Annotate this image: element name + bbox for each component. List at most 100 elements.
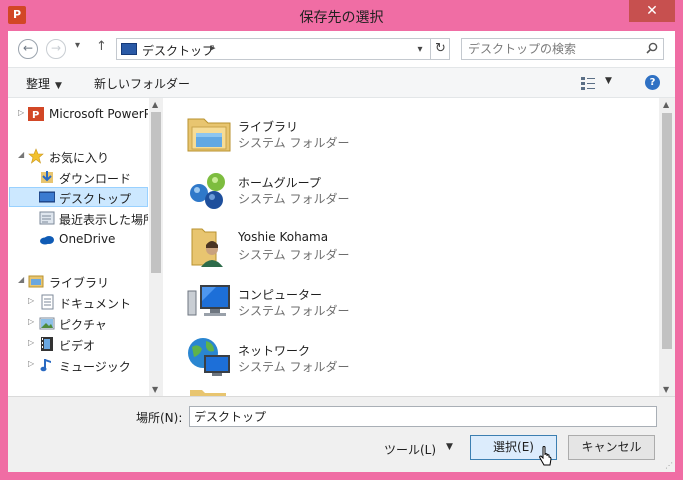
item-description: システム フォルダー bbox=[238, 304, 350, 318]
collapse-arrow-icon[interactable]: ◢ bbox=[18, 150, 24, 159]
resize-grip-icon[interactable]: ⋰ bbox=[665, 461, 673, 470]
file-list-scrollbar[interactable]: ▲ ▼ bbox=[659, 98, 675, 396]
list-item-network[interactable]: ネットワーク システム フォルダー bbox=[186, 332, 386, 384]
new-folder-button[interactable]: 新しいフォルダー bbox=[94, 75, 190, 92]
nav-item-label: OneDrive bbox=[59, 232, 116, 246]
item-description: システム フォルダー bbox=[238, 360, 350, 374]
breadcrumb-chevron-icon[interactable]: ▸ bbox=[210, 41, 216, 54]
dialog-footer: 場所(N): ツール(L) ▼ 選択(E) キャンセル ⋰ bbox=[8, 396, 675, 472]
dialog-window: P 保存先の選択 ✕ ← → ▾ ↑ デスクトップ ▸ ▾ ↻ デスクトップの検… bbox=[0, 0, 683, 480]
nav-item-powerpoint[interactable]: ▷ P Microsoft PowerP bbox=[8, 104, 148, 124]
scroll-up-icon[interactable]: ▲ bbox=[663, 100, 669, 109]
item-description: システム フォルダー bbox=[238, 248, 350, 262]
onedrive-icon bbox=[40, 236, 54, 245]
list-item-computer[interactable]: コンピューター システム フォルダー bbox=[186, 276, 386, 328]
forward-button[interactable]: → bbox=[46, 39, 66, 59]
dialog-client: ← → ▾ ↑ デスクトップ ▸ ▾ ↻ 整理 ▼ 新しいフォルダー bbox=[8, 31, 675, 472]
recent-places-icon bbox=[39, 211, 55, 225]
desktop-icon bbox=[39, 191, 55, 203]
scrollbar-thumb[interactable] bbox=[151, 112, 161, 273]
navigation-scrollbar[interactable]: ▲ ▼ bbox=[149, 98, 163, 396]
svg-text:P: P bbox=[32, 110, 39, 121]
nav-item-recent-places[interactable]: 最近表示した場所 bbox=[8, 208, 148, 228]
nav-item-label: ライブラリ bbox=[49, 276, 110, 290]
list-item-user-folder[interactable]: Yoshie Kohama システム フォルダー bbox=[186, 220, 386, 272]
collapse-arrow-icon[interactable]: ◢ bbox=[18, 275, 24, 284]
nav-item-music[interactable]: ▷ ミュージック bbox=[8, 355, 148, 375]
nav-item-onedrive[interactable]: OneDrive bbox=[8, 229, 148, 249]
nav-item-library[interactable]: ◢ ライブラリ bbox=[8, 271, 148, 291]
star-icon bbox=[28, 148, 44, 164]
navigation-tree: ▷ P Microsoft PowerP ◢ お気に入り ダウンロード デスクト… bbox=[8, 98, 148, 396]
expand-arrow-icon[interactable]: ▷ bbox=[28, 317, 34, 326]
location-label: 場所(N): bbox=[136, 411, 183, 425]
nav-item-pictures[interactable]: ▷ ピクチャ bbox=[8, 313, 148, 333]
item-name: コンピューター bbox=[238, 288, 323, 302]
location-input[interactable] bbox=[189, 406, 657, 427]
back-button[interactable]: ← bbox=[18, 39, 38, 59]
address-path[interactable]: デスクトップ bbox=[142, 42, 214, 59]
videos-icon bbox=[41, 337, 53, 351]
scroll-up-icon[interactable]: ▲ bbox=[152, 100, 158, 109]
nav-item-label: ダウンロード bbox=[59, 172, 132, 186]
organize-label: 整理 bbox=[26, 77, 51, 91]
up-arrow-icon[interactable]: ↑ bbox=[96, 39, 107, 54]
navigation-pane: ▷ P Microsoft PowerP ◢ お気に入り ダウンロード デスクト… bbox=[8, 98, 163, 396]
scrollbar-thumb[interactable] bbox=[662, 113, 672, 349]
nav-item-label: Microsoft PowerP bbox=[49, 107, 148, 121]
item-name: Yoshie Kohama bbox=[238, 230, 329, 244]
mouse-cursor-icon bbox=[539, 446, 552, 466]
nav-item-label: ドキュメント bbox=[59, 297, 132, 311]
tools-menu[interactable]: ツール(L) bbox=[384, 441, 436, 458]
address-bar[interactable]: デスクトップ ▸ ▾ ↻ bbox=[116, 38, 450, 60]
title-bar[interactable]: P 保存先の選択 ✕ bbox=[0, 0, 683, 32]
search-input[interactable] bbox=[468, 41, 638, 57]
item-description: システム フォルダー bbox=[238, 192, 350, 206]
powerpoint-icon: P bbox=[28, 107, 44, 121]
user-folder-icon bbox=[191, 228, 223, 267]
homegroup-icon bbox=[190, 173, 225, 209]
close-button[interactable]: ✕ bbox=[629, 0, 675, 22]
documents-icon bbox=[41, 294, 54, 310]
organize-menu[interactable]: 整理 ▼ bbox=[26, 75, 62, 92]
scroll-down-icon[interactable]: ▼ bbox=[152, 385, 158, 394]
music-icon bbox=[40, 359, 51, 372]
refresh-icon[interactable]: ↻ bbox=[430, 39, 450, 59]
expand-arrow-icon[interactable]: ▷ bbox=[28, 296, 34, 305]
library-icon bbox=[28, 275, 44, 288]
chevron-down-icon: ▼ bbox=[55, 81, 62, 91]
nav-item-label: 最近表示した場所 bbox=[59, 213, 148, 227]
window-title: 保存先の選択 bbox=[299, 10, 384, 26]
search-box[interactable] bbox=[461, 38, 664, 60]
nav-item-label: デスクトップ bbox=[59, 192, 132, 206]
search-icon[interactable] bbox=[646, 42, 658, 54]
item-name: ライブラリ bbox=[238, 120, 299, 134]
nav-item-favorites[interactable]: ◢ お気に入り bbox=[8, 146, 148, 166]
list-item-homegroup[interactable]: ホームグループ システム フォルダー bbox=[186, 164, 386, 216]
view-dropdown-chevron-icon[interactable]: ▼ bbox=[605, 76, 612, 86]
nav-item-label: お気に入り bbox=[49, 151, 110, 165]
address-row: ← → ▾ ↑ デスクトップ ▸ ▾ ↻ bbox=[8, 31, 675, 67]
expand-arrow-icon[interactable]: ▷ bbox=[28, 359, 34, 368]
list-item-library[interactable]: ライブラリ システム フォルダー bbox=[186, 108, 386, 160]
item-name: ホームグループ bbox=[238, 176, 321, 190]
item-name: ネットワーク bbox=[238, 344, 311, 358]
nav-item-desktop[interactable]: デスクトップ bbox=[9, 187, 148, 207]
scroll-down-icon[interactable]: ▼ bbox=[663, 385, 669, 394]
library-folder-icon bbox=[187, 118, 231, 152]
cancel-button[interactable]: キャンセル bbox=[568, 435, 655, 460]
nav-item-downloads[interactable]: ダウンロード bbox=[8, 167, 148, 187]
nav-item-videos[interactable]: ▷ ビデオ bbox=[8, 334, 148, 354]
network-icon bbox=[188, 338, 230, 376]
tools-chevron-down-icon[interactable]: ▼ bbox=[446, 442, 453, 452]
partial-folder-icon bbox=[190, 390, 226, 396]
help-icon[interactable]: ? bbox=[645, 75, 660, 90]
address-dropdown-icon[interactable]: ▾ bbox=[411, 40, 429, 59]
expand-arrow-icon[interactable]: ▷ bbox=[28, 338, 34, 347]
file-list: ライブラリ システム フォルダー ホームグループ システム フォルダー Yosh… bbox=[168, 98, 675, 396]
view-options-icon[interactable] bbox=[581, 76, 595, 90]
item-description: システム フォルダー bbox=[238, 136, 350, 150]
nav-item-documents[interactable]: ▷ ドキュメント bbox=[8, 292, 148, 312]
expand-arrow-icon[interactable]: ▷ bbox=[18, 108, 24, 117]
recent-locations-chevron-icon[interactable]: ▾ bbox=[75, 40, 80, 51]
